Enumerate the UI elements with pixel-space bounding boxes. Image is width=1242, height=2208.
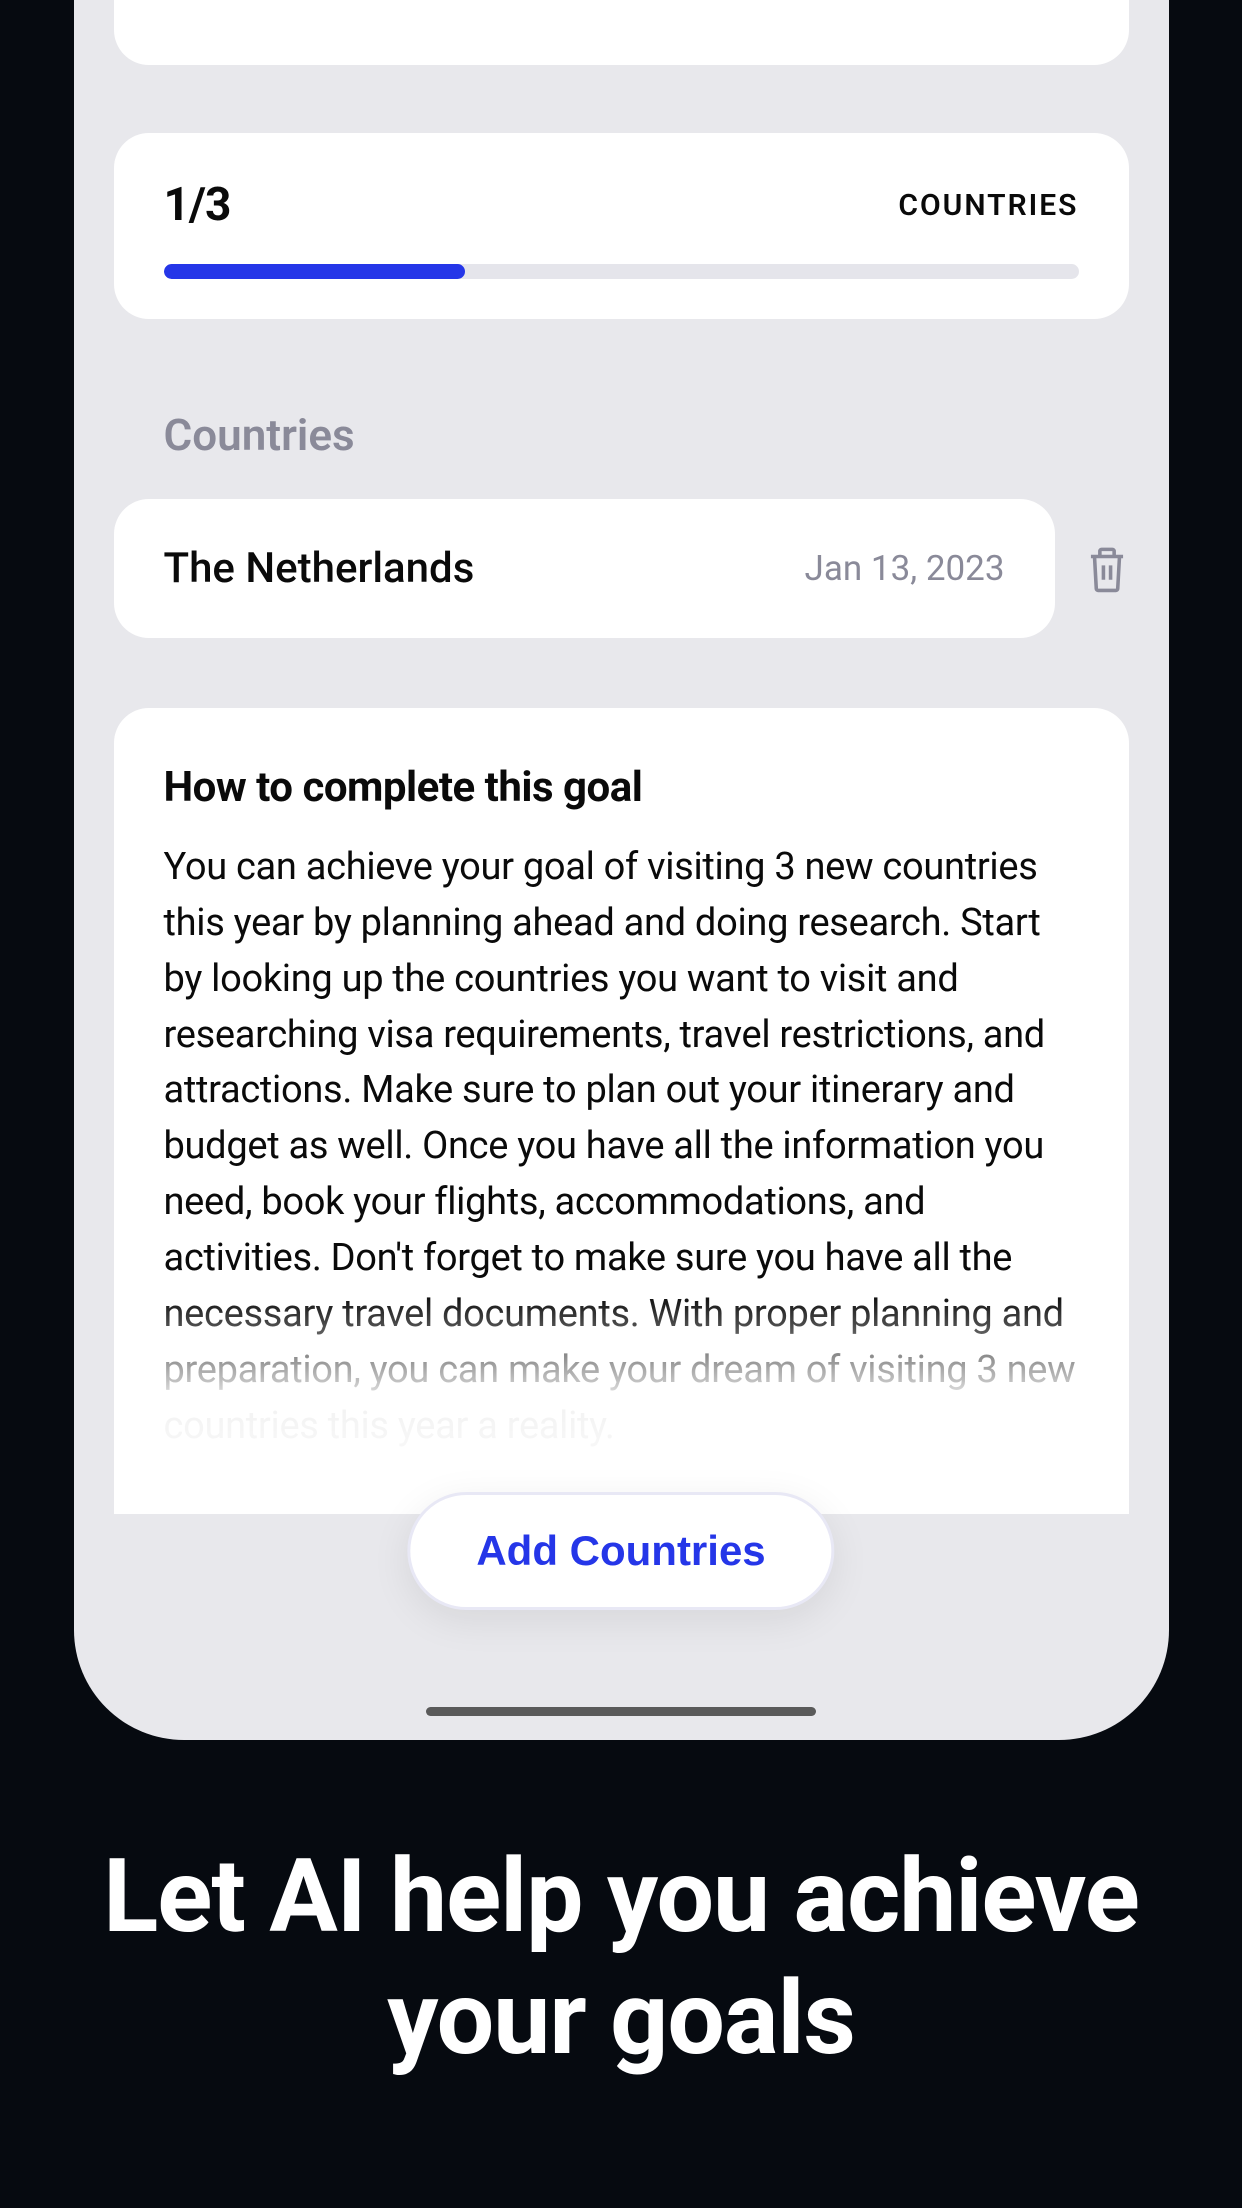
progress-header: 1/3 COUNTRIES — [164, 178, 1079, 232]
advice-text: You can achieve your goal of visiting 3 … — [164, 840, 1079, 1454]
progress-card: 1/3 COUNTRIES — [114, 133, 1129, 319]
advice-card: How to complete this goal You can achiev… — [114, 708, 1129, 1514]
phone-frame: 1/3 COUNTRIES Countries The Netherlands … — [74, 0, 1169, 1740]
peek-card — [114, 0, 1129, 65]
advice-title: How to complete this goal — [164, 763, 1079, 812]
trash-icon[interactable] — [1085, 544, 1129, 594]
country-row: The Netherlands Jan 13, 2023 — [114, 499, 1129, 638]
progress-bar — [164, 264, 1079, 279]
marketing-text: Let AI help you achieve your goals — [0, 1835, 1242, 2080]
progress-label: COUNTRIES — [898, 188, 1078, 223]
country-date: Jan 13, 2023 — [805, 548, 1005, 589]
progress-count: 1/3 — [164, 178, 231, 232]
add-countries-button[interactable]: Add Countries — [407, 1492, 834, 1610]
country-card[interactable]: The Netherlands Jan 13, 2023 — [114, 499, 1055, 638]
section-title: Countries — [164, 409, 1129, 461]
home-indicator — [426, 1707, 816, 1716]
country-name: The Netherlands — [164, 544, 475, 593]
progress-fill — [164, 264, 466, 279]
